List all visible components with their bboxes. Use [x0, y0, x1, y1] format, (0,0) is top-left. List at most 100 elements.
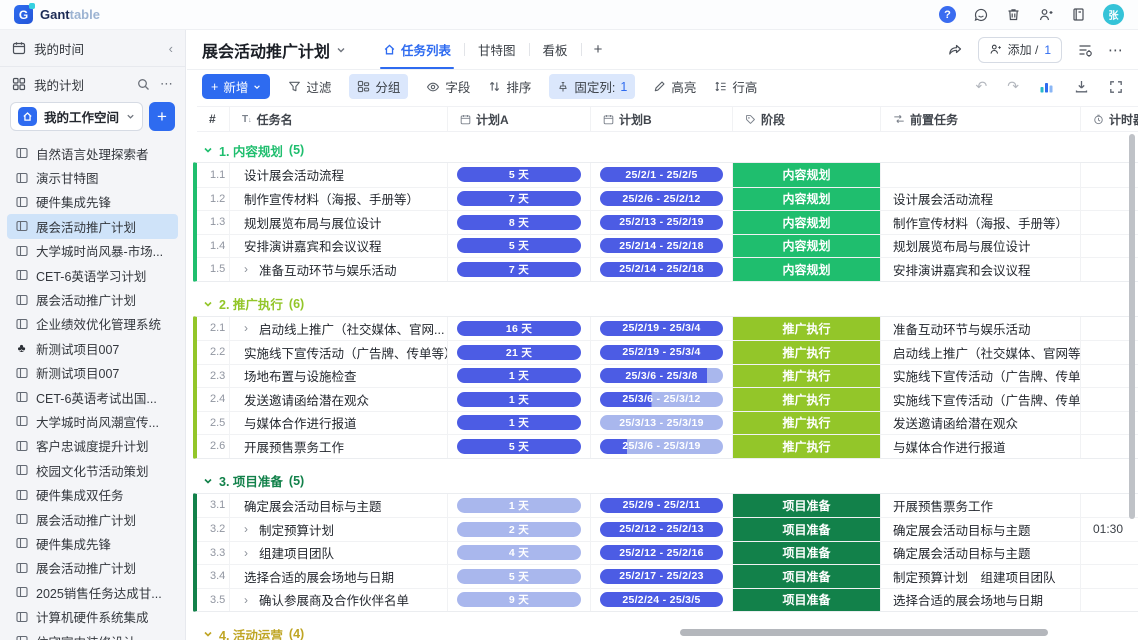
app-logo[interactable]: G Ganttable	[14, 5, 100, 24]
chart-icon[interactable]	[1039, 79, 1054, 94]
group-title[interactable]: 1. 内容规划 (5)	[193, 138, 1138, 162]
plan-b-cell[interactable]: 25/3/6 - 25/3/19	[591, 434, 733, 458]
predecessor-cell[interactable]: 确定展会活动目标与主题	[881, 517, 1081, 541]
table-row[interactable]: 3.4 › 选择合适的展会场地与日期 5 天 25/2/17 - 25/2/23…	[197, 564, 1138, 588]
share-icon[interactable]	[947, 42, 963, 58]
plan-a-cell[interactable]: 2 天	[448, 517, 591, 541]
vertical-scrollbar[interactable]	[1129, 134, 1135, 519]
task-name-cell[interactable]: › 设计展会活动流程	[230, 163, 448, 187]
avatar[interactable]: 张	[1103, 4, 1124, 25]
predecessor-cell[interactable]: 设计展会活动流程	[881, 187, 1081, 211]
sidebar-item-my-time[interactable]: 我的时间 ‹	[0, 30, 185, 67]
new-task-button[interactable]: + 新增	[202, 74, 270, 99]
stage-cell[interactable]: 推广执行	[733, 340, 881, 364]
predecessor-cell[interactable]: 制定预算计划 组建项目团队	[881, 564, 1081, 588]
plan-b-cell[interactable]: 25/2/9 - 25/2/11	[591, 494, 733, 518]
stage-cell[interactable]: 内容规划	[733, 210, 881, 234]
col-header-index[interactable]: #	[197, 107, 230, 131]
table-row[interactable]: 1.3 › 规划展览布局与展位设计 8 天 25/2/13 - 25/2/19 …	[197, 210, 1138, 234]
task-name-cell[interactable]: › 安排演讲嘉宾和会议议程	[230, 234, 448, 258]
plan-b-cell[interactable]: 25/2/6 - 25/2/12	[591, 187, 733, 211]
task-name-cell[interactable]: › 与媒体合作进行报道	[230, 411, 448, 435]
plan-b-cell[interactable]: 25/2/19 - 25/3/4	[591, 340, 733, 364]
sidebar-project-item[interactable]: 大学城时尚风暴-市场...	[7, 239, 178, 263]
plan-b-cell[interactable]: 25/2/1 - 25/2/5	[591, 163, 733, 187]
table-row[interactable]: 3.2 › 制定预算计划 2 天 25/2/12 - 25/2/13 项目准备 …	[197, 517, 1138, 541]
task-name-cell[interactable]: › 确认参展商及合作伙伴名单	[230, 588, 448, 612]
table-row[interactable]: 1.4 › 安排演讲嘉宾和会议议程 5 天 25/2/14 - 25/2/18 …	[197, 234, 1138, 258]
stage-cell[interactable]: 内容规划	[733, 234, 881, 258]
sidebar-project-item[interactable]: 硬件集成先锋	[7, 531, 178, 555]
plan-b-cell[interactable]: 25/2/13 - 25/2/19	[591, 210, 733, 234]
table-row[interactable]: 1.2 › 制作宣传材料（海报、手册等） 7 天 25/2/6 - 25/2/1…	[197, 187, 1138, 211]
plan-a-cell[interactable]: 5 天	[448, 434, 591, 458]
highlight-button[interactable]: 高亮	[653, 77, 696, 96]
view-config-icon[interactable]	[1077, 42, 1093, 58]
sidebar-project-item[interactable]: 计算机硬件系统集成	[7, 604, 178, 628]
trash-icon[interactable]	[1006, 7, 1021, 22]
task-name-cell[interactable]: › 准备互动环节与娱乐活动	[230, 257, 448, 281]
workspace-selector[interactable]: 我的工作空间	[10, 102, 143, 131]
sidebar-project-item[interactable]: 2025销售任务达成甘...	[7, 580, 178, 604]
plan-b-cell[interactable]: 25/2/12 - 25/2/16	[591, 541, 733, 565]
stage-cell[interactable]: 项目准备	[733, 494, 881, 518]
stage-cell[interactable]: 项目准备	[733, 588, 881, 612]
plan-b-cell[interactable]: 25/2/17 - 25/2/23	[591, 564, 733, 588]
plan-a-cell[interactable]: 7 天	[448, 187, 591, 211]
table-row[interactable]: 2.5 › 与媒体合作进行报道 1 天 25/3/13 - 25/3/19 推广…	[197, 411, 1138, 435]
predecessor-cell[interactable]: 选择合适的展会场地与日期	[881, 588, 1081, 612]
plan-a-cell[interactable]: 21 天	[448, 340, 591, 364]
predecessor-cell[interactable]	[881, 163, 1081, 187]
table-row[interactable]: 2.6 › 开展预售票务工作 5 天 25/3/6 - 25/3/19 推广执行…	[197, 434, 1138, 458]
predecessor-cell[interactable]: 安排演讲嘉宾和会议议程	[881, 257, 1081, 281]
table-row[interactable]: 3.3 › 组建项目团队 4 天 25/2/12 - 25/2/16 项目准备 …	[197, 541, 1138, 565]
table-row[interactable]: 3.5 › 确认参展商及合作伙伴名单 9 天 25/2/24 - 25/3/5 …	[197, 588, 1138, 612]
task-name-cell[interactable]: › 组建项目团队	[230, 541, 448, 565]
stage-cell[interactable]: 内容规划	[733, 257, 881, 281]
add-view-button[interactable]: +	[582, 41, 615, 58]
stage-cell[interactable]: 内容规划	[733, 187, 881, 211]
sidebar-project-item[interactable]: 新测试项目007	[7, 361, 178, 385]
plan-b-cell[interactable]: 25/2/14 - 25/2/18	[591, 257, 733, 281]
table-row[interactable]: 2.2 › 实施线下宣传活动（广告牌、传单等） 21 天 25/2/19 - 2…	[197, 340, 1138, 364]
manual-icon[interactable]	[1071, 7, 1086, 22]
task-name-cell[interactable]: › 启动线上推广（社交媒体、官网...	[230, 317, 448, 341]
plan-a-cell[interactable]: 7 天	[448, 257, 591, 281]
plan-a-cell[interactable]: 5 天	[448, 163, 591, 187]
predecessor-cell[interactable]: 规划展览布局与展位设计	[881, 234, 1081, 258]
tab-task-list[interactable]: 任务列表	[370, 30, 464, 69]
task-name-cell[interactable]: › 发送邀请函给潜在观众	[230, 387, 448, 411]
row-height-button[interactable]: 行高	[714, 77, 757, 96]
download-icon[interactable]	[1074, 79, 1089, 94]
timer-cell[interactable]	[1081, 588, 1138, 612]
plan-a-cell[interactable]: 5 天	[448, 564, 591, 588]
plan-a-cell[interactable]: 5 天	[448, 234, 591, 258]
group-title[interactable]: 2. 推广执行 (6)	[193, 292, 1138, 316]
col-header-predecessor[interactable]: 前置任务	[881, 107, 1081, 131]
stage-cell[interactable]: 项目准备	[733, 541, 881, 565]
pin-columns-button[interactable]: 固定列: 1	[549, 74, 635, 99]
plan-a-cell[interactable]: 1 天	[448, 387, 591, 411]
predecessor-cell[interactable]: 实施线下宣传活动（广告牌、传单等）	[881, 364, 1081, 388]
predecessor-cell[interactable]: 开展预售票务工作	[881, 494, 1081, 518]
undo-icon[interactable]: ↶	[976, 78, 988, 95]
sidebar-project-item[interactable]: 硬件集成先锋	[7, 190, 178, 214]
stage-cell[interactable]: 推广执行	[733, 317, 881, 341]
stage-cell[interactable]: 推广执行	[733, 364, 881, 388]
more-icon[interactable]: ⋯	[160, 76, 173, 92]
sidebar-item-my-plans[interactable]: 我的计划 ⋯	[0, 67, 185, 101]
sidebar-project-item[interactable]: 展会活动推广计划	[7, 507, 178, 531]
table-row[interactable]: 1.1 › 设计展会活动流程 5 天 25/2/1 - 25/2/5 内容规划	[197, 163, 1138, 187]
expand-chevron-icon[interactable]: ›	[244, 321, 248, 335]
task-name-cell[interactable]: › 确定展会活动目标与主题	[230, 494, 448, 518]
col-header-stage[interactable]: 阶段	[733, 107, 881, 131]
group-title[interactable]: 3. 项目准备 (5)	[193, 469, 1138, 493]
sidebar-project-item[interactable]: 校园文化节活动策划	[7, 458, 178, 482]
plan-b-cell[interactable]: 25/2/12 - 25/2/13	[591, 517, 733, 541]
plan-a-cell[interactable]: 1 天	[448, 494, 591, 518]
plan-a-cell[interactable]: 1 天	[448, 411, 591, 435]
sidebar-project-item[interactable]: CET-6英语学习计划	[7, 263, 178, 287]
predecessor-cell[interactable]: 实施线下宣传活动（广告牌、传单等）	[881, 387, 1081, 411]
stage-cell[interactable]: 推广执行	[733, 434, 881, 458]
task-name-cell[interactable]: › 开展预售票务工作	[230, 434, 448, 458]
